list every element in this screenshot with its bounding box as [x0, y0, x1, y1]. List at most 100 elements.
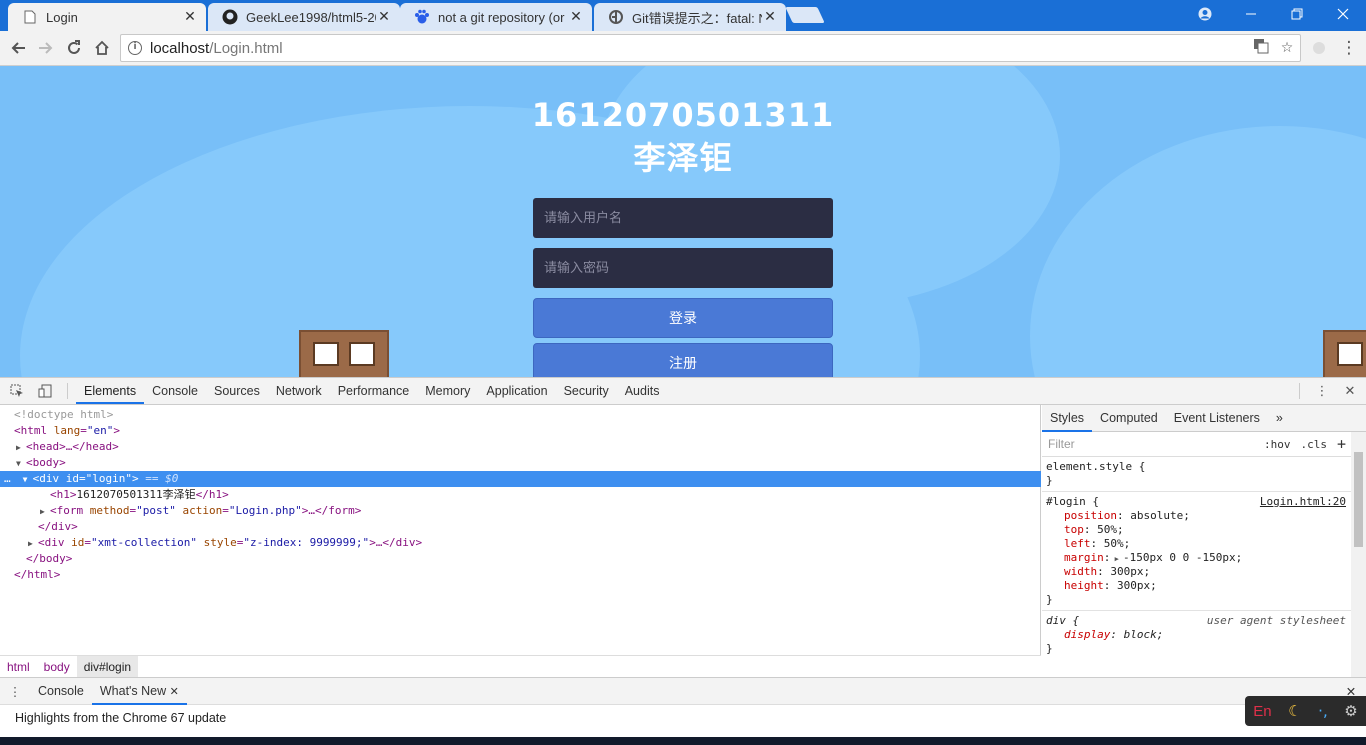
- rule-source-link[interactable]: Login.html:20: [1260, 495, 1346, 508]
- breadcrumb-body[interactable]: body: [37, 656, 77, 678]
- elements-dom-tree: <!doctype html> <html lang="en"> ▶ <head>…: [0, 405, 1041, 655]
- bookmark-star-icon[interactable]: ☆: [1274, 40, 1300, 56]
- baidu-paw-icon: [414, 9, 430, 25]
- drawer-tab-console[interactable]: Console: [30, 678, 92, 705]
- password-input[interactable]: [533, 248, 833, 288]
- restore-button[interactable]: [1274, 0, 1320, 28]
- dom-body-close[interactable]: </body>: [0, 551, 1041, 567]
- close-window-button[interactable]: [1320, 0, 1366, 28]
- new-tab-button[interactable]: [785, 7, 825, 23]
- more-tabs-chevron-icon[interactable]: »: [1268, 405, 1291, 432]
- tab-title: Login: [46, 9, 78, 25]
- door-decoration: [1323, 330, 1366, 377]
- tab-login[interactable]: Login ✕: [8, 3, 206, 31]
- tab-title: Git错误提示之：fatal: No: [632, 10, 762, 26]
- dom-div-close[interactable]: </div>: [0, 519, 1041, 535]
- git-logo-icon: [608, 9, 624, 25]
- punctuation-icon[interactable]: ·,: [1318, 702, 1328, 720]
- devtools-close-icon[interactable]: ✕: [1336, 378, 1364, 404]
- breadcrumb-div-login[interactable]: div#login: [76, 655, 139, 678]
- tab-application[interactable]: Application: [478, 378, 555, 404]
- tab-performance[interactable]: Performance: [330, 378, 418, 404]
- device-toolbar-icon[interactable]: [31, 378, 59, 404]
- tab-memory[interactable]: Memory: [417, 378, 478, 404]
- ime-toolbar[interactable]: En ☾ ·, ⚙: [1245, 696, 1366, 726]
- breadcrumb-html[interactable]: html: [0, 656, 37, 678]
- tab-title: not a git repository (or: [438, 9, 565, 25]
- document-icon: [22, 9, 38, 25]
- tab-console[interactable]: Console: [144, 378, 206, 404]
- dom-doctype[interactable]: <!doctype html>: [0, 407, 1041, 423]
- drawer-tab-bar: ⋮ Console What's New ✕ ✕: [0, 677, 1366, 705]
- filter-input[interactable]: Filter: [1048, 437, 1264, 451]
- tab-elements[interactable]: Elements: [76, 378, 145, 404]
- profile-icon[interactable]: [1182, 0, 1228, 28]
- styles-filter[interactable]: Filter :hov .cls +: [1042, 432, 1366, 457]
- tab-baidu[interactable]: not a git repository (or ✕: [400, 3, 592, 31]
- register-button[interactable]: 注册: [533, 343, 833, 377]
- username-input[interactable]: [533, 198, 833, 238]
- styles-pane: Styles Computed Event Listeners » Filter…: [1042, 405, 1366, 677]
- whats-new-content: Highlights from the Chrome 67 update: [0, 705, 1366, 735]
- drawer-tab-whats-new[interactable]: What's New ✕: [91, 677, 187, 705]
- os-taskbar: [0, 737, 1366, 745]
- close-icon[interactable]: ✕: [182, 9, 198, 25]
- devtools-menu-icon[interactable]: ⋮: [1308, 378, 1336, 404]
- translate-icon[interactable]: [1248, 38, 1274, 58]
- door-decoration: [299, 330, 389, 377]
- back-arrow-icon[interactable]: [5, 35, 31, 61]
- minimize-button[interactable]: [1228, 0, 1274, 28]
- dom-body[interactable]: ▼ <body>: [0, 455, 1041, 471]
- menu-kebab-icon[interactable]: ⋮: [1336, 35, 1362, 61]
- browser-tab-strip: Login ✕ GeekLee1998/html5-20 ✕ not a git…: [0, 0, 1366, 31]
- dom-html[interactable]: <html lang="en">: [0, 423, 1041, 439]
- cls-toggle[interactable]: .cls: [1300, 438, 1327, 451]
- tab-git-error[interactable]: Git错误提示之：fatal: No ✕: [594, 3, 786, 31]
- tab-computed[interactable]: Computed: [1092, 405, 1166, 432]
- close-icon[interactable]: ✕: [568, 9, 584, 25]
- info-icon[interactable]: i: [128, 41, 142, 55]
- drawer-menu-icon[interactable]: ⋮: [0, 684, 30, 699]
- rule-login[interactable]: #login { Login.html:20 position: absolut…: [1042, 492, 1366, 611]
- ime-language[interactable]: En: [1253, 703, 1271, 720]
- hov-toggle[interactable]: :hov: [1264, 438, 1291, 451]
- forward-arrow-icon[interactable]: [33, 35, 59, 61]
- tab-network[interactable]: Network: [268, 378, 330, 404]
- divider: [67, 383, 68, 399]
- moon-icon[interactable]: ☾: [1288, 702, 1301, 720]
- dom-form[interactable]: ▶ <form method="post" action="Login.php">…: [0, 503, 1041, 519]
- reload-icon[interactable]: [61, 35, 87, 61]
- gear-icon[interactable]: ⚙: [1344, 702, 1357, 720]
- home-icon[interactable]: [89, 35, 115, 61]
- tab-security[interactable]: Security: [556, 378, 617, 404]
- styles-tab-bar: Styles Computed Event Listeners »: [1042, 405, 1366, 432]
- close-icon[interactable]: ✕: [762, 9, 778, 25]
- address-bar[interactable]: i localhost/Login.html ☆: [120, 34, 1301, 62]
- extension-icon[interactable]: [1306, 35, 1332, 61]
- styles-scrollbar[interactable]: [1351, 432, 1366, 677]
- tab-styles[interactable]: Styles: [1042, 405, 1093, 432]
- browser-toolbar: i localhost/Login.html ☆ ⋮: [0, 31, 1366, 66]
- dom-html-close[interactable]: </html>: [0, 567, 1041, 583]
- dom-head[interactable]: ▶ <head>…</head>: [0, 439, 1041, 455]
- close-icon[interactable]: ✕: [376, 9, 392, 25]
- login-heading: 1612070501311 李泽钜: [531, 96, 835, 177]
- tab-audits[interactable]: Audits: [617, 378, 668, 404]
- dom-div-xmt[interactable]: ▶ <div id="xmt-collection" style="z-index…: [0, 535, 1041, 551]
- dom-h1[interactable]: <h1>1612070501311李泽钜</h1>: [0, 487, 1041, 503]
- page-viewport: 1612070501311 李泽钜 登录 注册: [0, 66, 1366, 377]
- new-rule-plus-icon[interactable]: +: [1337, 435, 1346, 453]
- rule-element-style[interactable]: element.style { }: [1042, 457, 1366, 492]
- tab-github[interactable]: GeekLee1998/html5-20 ✕: [208, 3, 400, 31]
- login-button[interactable]: 登录: [533, 298, 833, 338]
- devtools-tab-bar: Elements Console Sources Network Perform…: [0, 377, 1366, 405]
- tab-sources[interactable]: Sources: [206, 378, 268, 404]
- dom-div-login-selected[interactable]: … ▼ <div id="login"> == $0: [0, 471, 1041, 487]
- inspect-element-icon[interactable]: [3, 378, 31, 404]
- user-agent-label: user agent stylesheet: [1206, 614, 1346, 627]
- close-icon: ✕: [169, 686, 179, 698]
- rule-div-user-agent[interactable]: div { user agent stylesheet display: blo…: [1042, 611, 1366, 659]
- divider: [1299, 383, 1300, 399]
- breadcrumb: html body div#login: [0, 655, 1041, 678]
- tab-event-listeners[interactable]: Event Listeners: [1166, 405, 1268, 432]
